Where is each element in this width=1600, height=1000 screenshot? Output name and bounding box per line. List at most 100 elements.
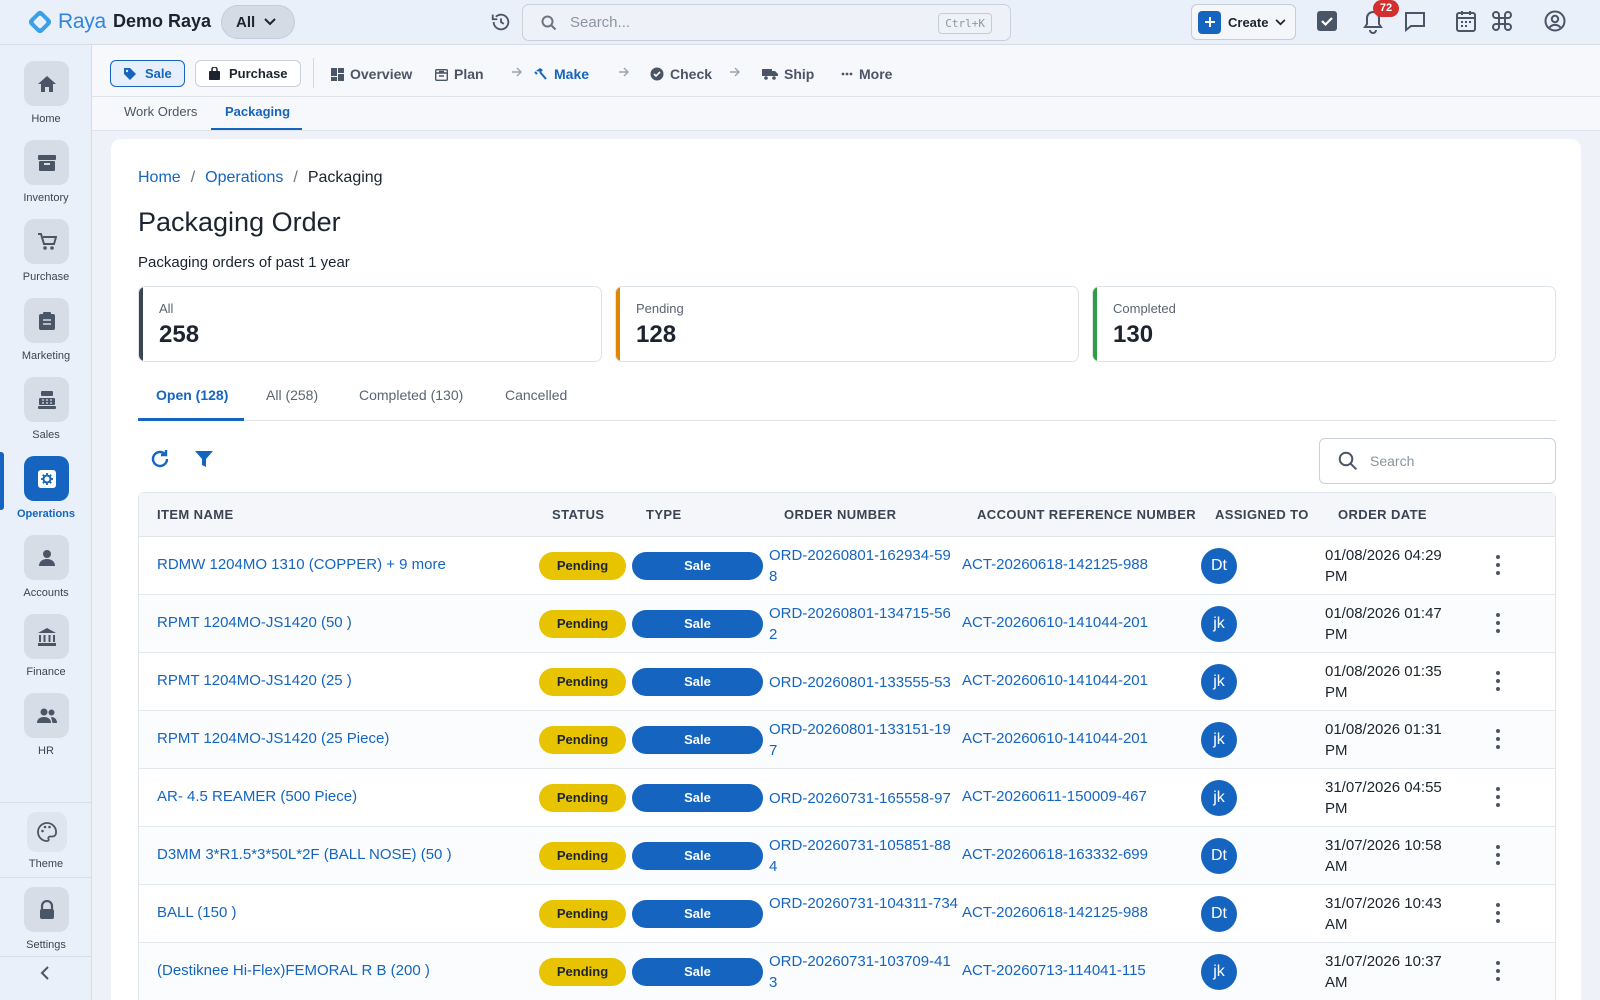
create-button[interactable]: Create — [1191, 4, 1296, 40]
stat-label: Pending — [636, 301, 684, 316]
flow-make[interactable]: Make — [534, 66, 589, 82]
avatar[interactable]: Dt — [1201, 548, 1237, 584]
more-vertical-icon[interactable] — [1495, 902, 1501, 924]
sidebar-item-hr[interactable]: HR — [0, 693, 92, 771]
stat-card-pending[interactable]: Pending 128 — [615, 286, 1079, 362]
account-reference-link[interactable]: ACT-20260618-142125-988 — [962, 556, 1148, 573]
column-header[interactable]: ITEM NAME — [157, 507, 234, 522]
table-row[interactable]: D3MM 3*R1.5*3*50L*2F (BALL NOSE) (50 ) P… — [139, 827, 1555, 885]
flow-overview[interactable]: Overview — [331, 66, 412, 82]
avatar[interactable]: jk — [1201, 722, 1237, 758]
avatar[interactable]: jk — [1201, 954, 1237, 990]
tab-open[interactable]: Open (128) — [156, 387, 228, 403]
account-reference-link[interactable]: ACT-20260618-163332-699 — [962, 846, 1148, 863]
flow-check[interactable]: Check — [650, 66, 712, 82]
more-vertical-icon[interactable] — [1495, 728, 1501, 750]
sidebar-item-inventory[interactable]: Inventory — [0, 140, 92, 218]
subtab-work-orders[interactable]: Work Orders — [124, 104, 197, 119]
order-number-link[interactable]: ORD-20260731-105851-884 — [769, 835, 959, 877]
sidebar-item-accounts[interactable]: Accounts — [0, 535, 92, 613]
more-vertical-icon[interactable] — [1495, 960, 1501, 982]
account-reference-link[interactable]: ACT-20260610-141044-201 — [962, 614, 1148, 631]
table-row[interactable]: RPMT 1204MO-JS1420 (50 ) Pending Sale OR… — [139, 595, 1555, 653]
flow-ship[interactable]: Ship — [762, 66, 814, 82]
table-row[interactable]: RPMT 1204MO-JS1420 (25 ) Pending Sale OR… — [139, 653, 1555, 711]
collapse-sidebar-icon[interactable] — [38, 965, 54, 981]
table-search-input[interactable]: Search — [1319, 438, 1556, 484]
table-row[interactable]: (Destiknee Hi-Flex)FEMORAL R B (200 ) Pe… — [139, 943, 1555, 1000]
avatar[interactable]: Dt — [1201, 838, 1237, 874]
sidebar-item-settings[interactable]: Settings — [0, 887, 92, 965]
avatar[interactable]: jk — [1201, 780, 1237, 816]
account-reference-link[interactable]: ACT-20260713-114041-115 — [962, 962, 1146, 979]
app-logo[interactable]: Raya — [26, 8, 106, 36]
item-name-link[interactable]: BALL (150 ) — [157, 904, 237, 921]
sidebar-item-sales[interactable]: Sales — [0, 377, 92, 455]
sale-toggle[interactable]: Sale — [110, 60, 185, 87]
order-number-link[interactable]: ORD-20260731-104311-734 — [769, 893, 959, 914]
more-vertical-icon[interactable] — [1495, 554, 1501, 576]
sidebar-item-theme[interactable]: Theme — [0, 812, 92, 890]
chat-icon[interactable] — [1404, 10, 1426, 32]
column-header[interactable]: ASSIGNED TO — [1215, 507, 1309, 522]
sidebar-item-purchase[interactable]: Purchase — [0, 219, 92, 297]
item-name-link[interactable]: AR- 4.5 REAMER (500 Piece) — [157, 788, 357, 805]
subtab-packaging[interactable]: Packaging — [225, 104, 290, 119]
breadcrumb-operations[interactable]: Operations — [205, 169, 283, 187]
table-row[interactable]: AR- 4.5 REAMER (500 Piece) Pending Sale … — [139, 769, 1555, 827]
breadcrumb-home[interactable]: Home — [138, 169, 181, 187]
tab-completed[interactable]: Completed (130) — [359, 387, 463, 403]
avatar[interactable]: jk — [1201, 664, 1237, 700]
item-name-link[interactable]: RDMW 1204MO 1310 (COPPER) + 9 more — [157, 556, 446, 573]
table-row[interactable]: BALL (150 ) Pending Sale ORD-20260731-10… — [139, 885, 1555, 943]
scope-selector[interactable]: All — [221, 5, 295, 39]
item-name-link[interactable]: (Destiknee Hi-Flex)FEMORAL R B (200 ) — [157, 962, 430, 979]
tab-all[interactable]: All (258) — [266, 387, 318, 403]
sidebar-item-marketing[interactable]: Marketing — [0, 298, 92, 376]
account-reference-link[interactable]: ACT-20260610-141044-201 — [962, 730, 1148, 747]
order-number-link[interactable]: ORD-20260801-133151-197 — [769, 719, 959, 761]
avatar[interactable]: jk — [1201, 606, 1237, 642]
column-header[interactable]: ACCOUNT REFERENCE NUMBER — [977, 507, 1196, 522]
more-vertical-icon[interactable] — [1495, 786, 1501, 808]
column-header[interactable]: ORDER NUMBER — [784, 507, 896, 522]
flow-plan[interactable]: Plan — [435, 66, 484, 82]
table-row[interactable]: RPMT 1204MO-JS1420 (25 Piece) Pending Sa… — [139, 711, 1555, 769]
item-name-link[interactable]: RPMT 1204MO-JS1420 (25 Piece) — [157, 730, 389, 747]
user-account-icon[interactable] — [1544, 10, 1566, 32]
account-reference-link[interactable]: ACT-20260611-150009-467 — [962, 788, 1147, 805]
item-name-link[interactable]: RPMT 1204MO-JS1420 (25 ) — [157, 672, 352, 689]
more-vertical-icon[interactable] — [1495, 670, 1501, 692]
sidebar-item-finance[interactable]: Finance — [0, 614, 92, 692]
item-name-link[interactable]: D3MM 3*R1.5*3*50L*2F (BALL NOSE) (50 ) — [157, 846, 452, 863]
history-icon[interactable] — [490, 11, 512, 33]
order-number-link[interactable]: ORD-20260731-165558-97 — [769, 788, 959, 809]
table-row[interactable]: RDMW 1204MO 1310 (COPPER) + 9 more Pendi… — [139, 537, 1555, 595]
order-number-link[interactable]: ORD-20260731-103709-413 — [769, 951, 959, 993]
column-header[interactable]: ORDER DATE — [1338, 507, 1427, 522]
more-vertical-icon[interactable] — [1495, 844, 1501, 866]
order-number-link[interactable]: ORD-20260801-162934-598 — [769, 545, 959, 587]
command-icon[interactable] — [1491, 10, 1513, 32]
purchase-toggle[interactable]: Purchase — [195, 60, 301, 87]
global-search-input[interactable]: Search... Ctrl+K — [522, 4, 1011, 41]
flow-more[interactable]: More — [841, 66, 892, 82]
column-header[interactable]: STATUS — [552, 507, 604, 522]
calendar-icon[interactable] — [1456, 10, 1476, 32]
tab-cancelled[interactable]: Cancelled — [505, 387, 567, 403]
tasks-icon[interactable] — [1316, 10, 1338, 32]
filter-icon[interactable] — [194, 449, 214, 469]
stat-card-completed[interactable]: Completed 130 — [1092, 286, 1556, 362]
sidebar-item-home[interactable]: Home — [0, 61, 92, 139]
order-number-link[interactable]: ORD-20260801-133555-53 — [769, 672, 959, 693]
stat-card-all[interactable]: All 258 — [138, 286, 602, 362]
account-reference-link[interactable]: ACT-20260618-142125-988 — [962, 904, 1148, 921]
order-number-link[interactable]: ORD-20260801-134715-562 — [769, 603, 959, 645]
more-vertical-icon[interactable] — [1495, 612, 1501, 634]
item-name-link[interactable]: RPMT 1204MO-JS1420 (50 ) — [157, 614, 352, 631]
account-reference-link[interactable]: ACT-20260610-141044-201 — [962, 672, 1148, 689]
column-header[interactable]: TYPE — [646, 507, 682, 522]
sidebar-item-operations[interactable]: Operations — [0, 452, 92, 534]
refresh-icon[interactable] — [149, 448, 171, 470]
avatar[interactable]: Dt — [1201, 896, 1237, 932]
